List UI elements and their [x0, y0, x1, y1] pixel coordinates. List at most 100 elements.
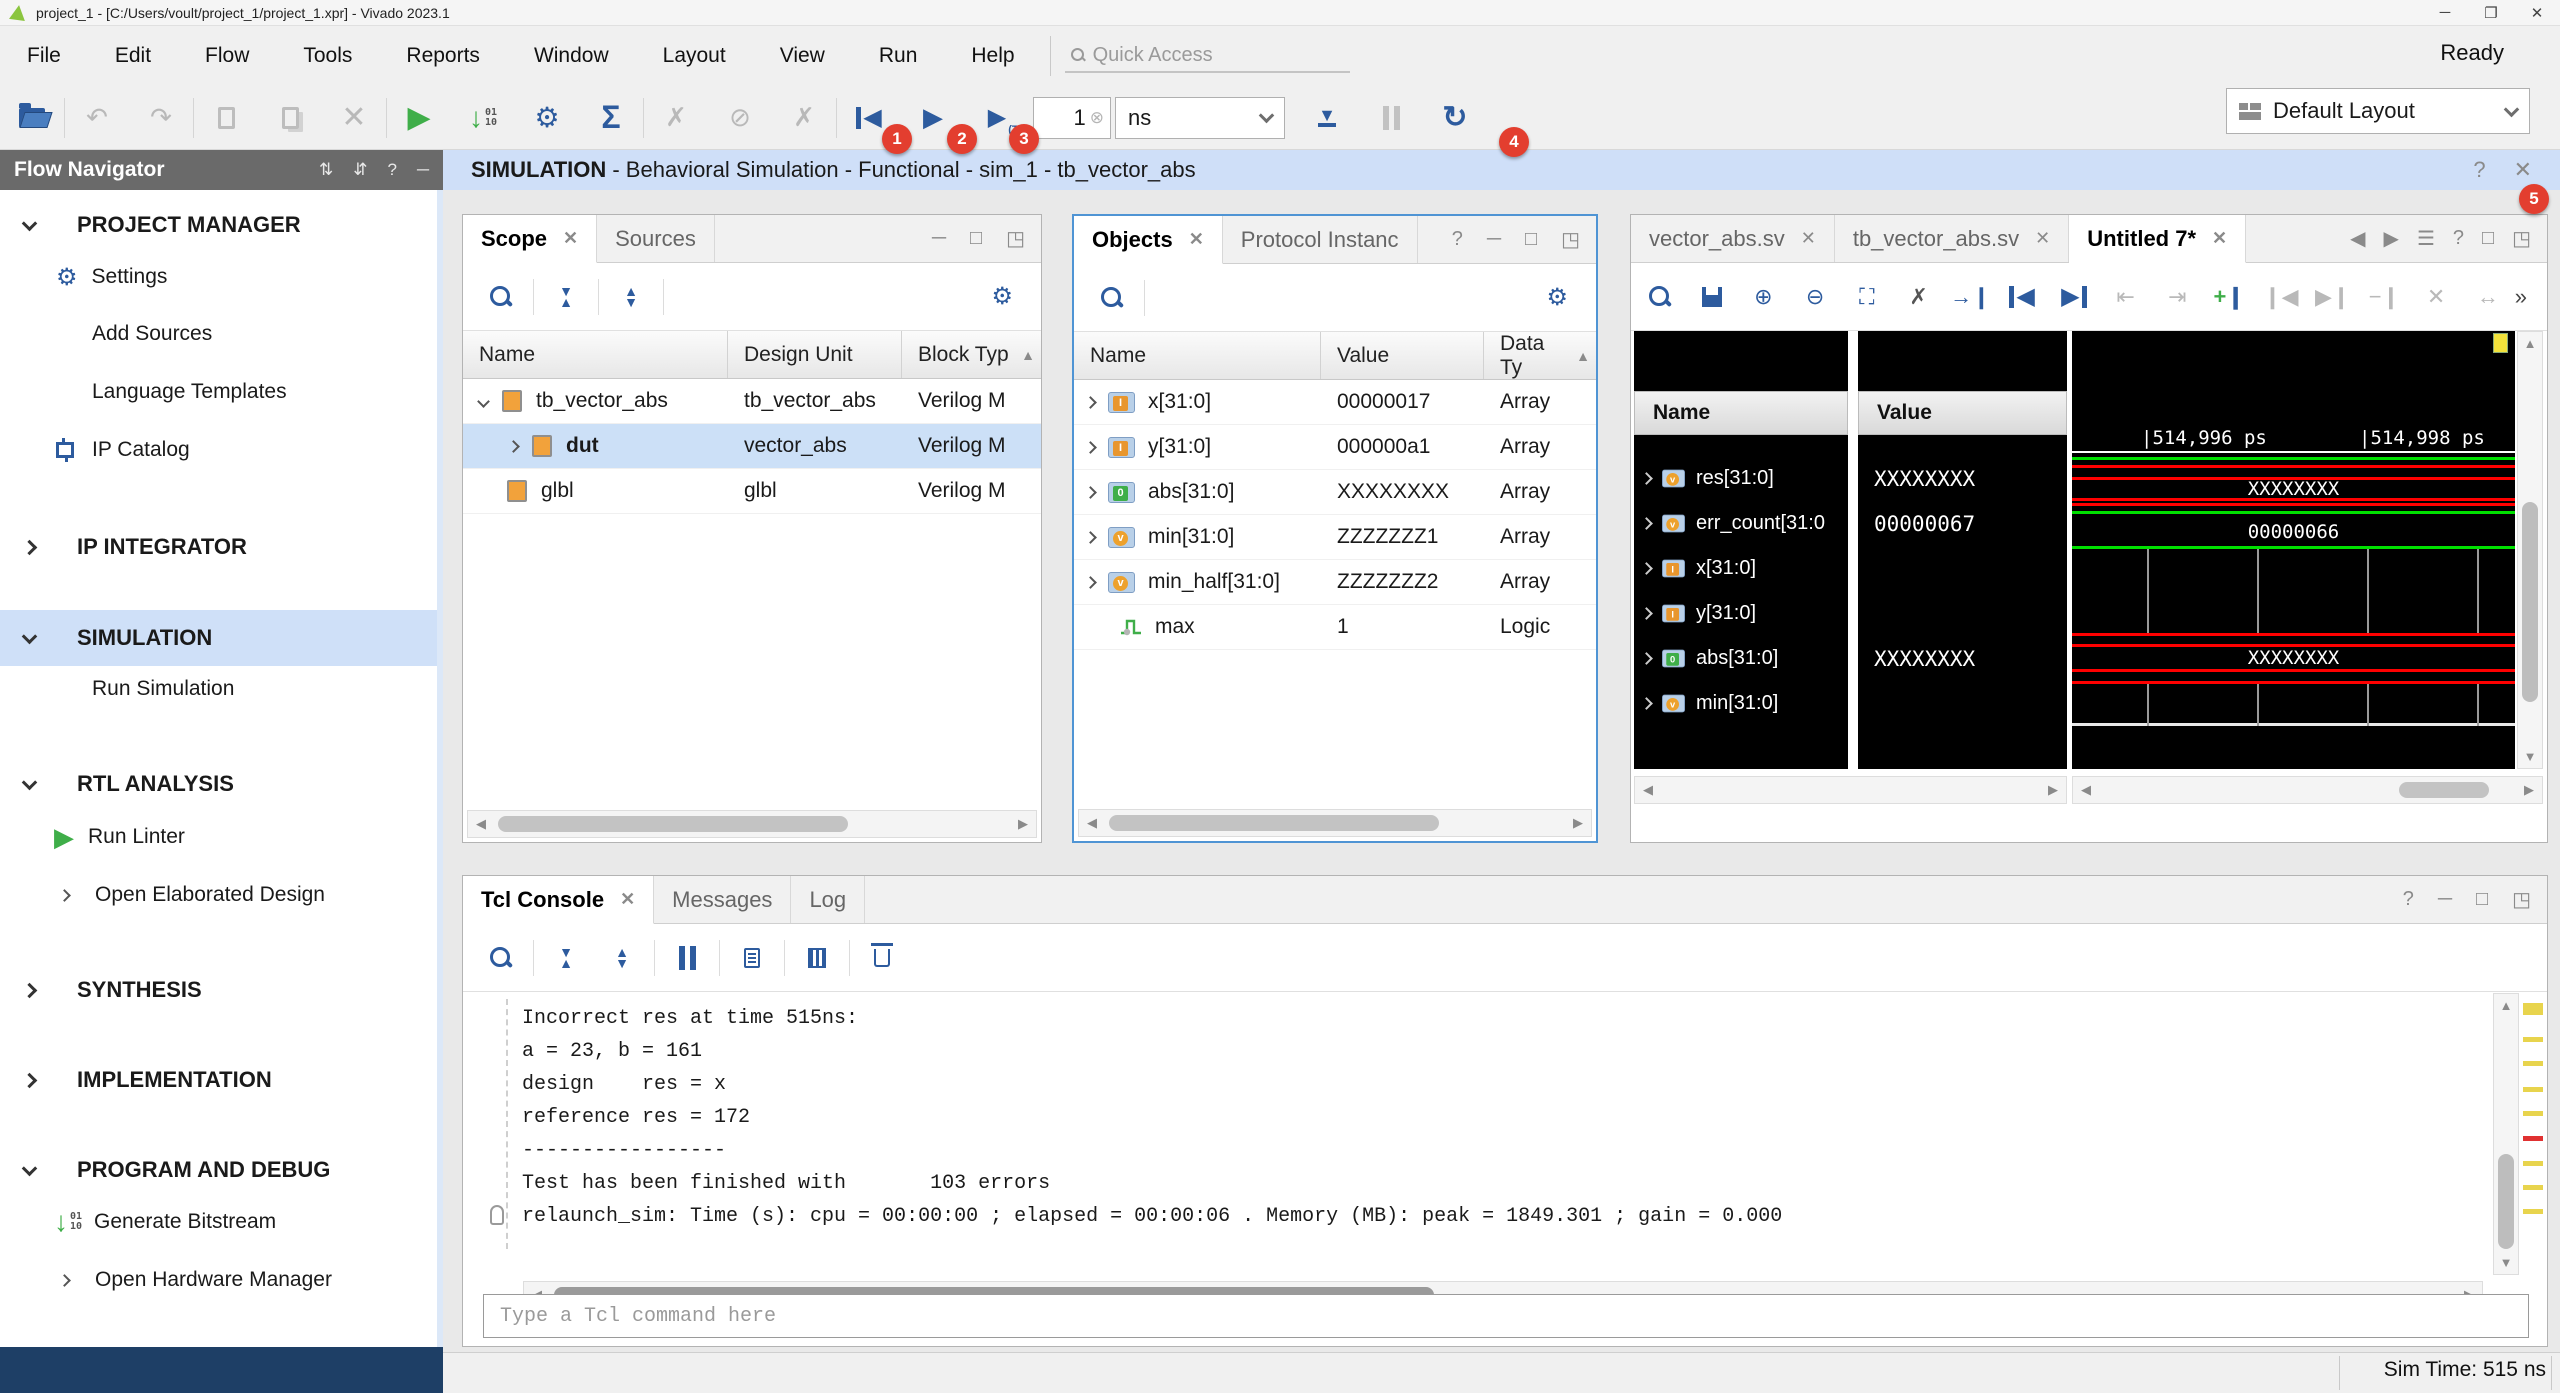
- toggle-line-numbers-button[interactable]: [789, 948, 845, 968]
- scope-row-dut[interactable]: dut vector_abs Verilog M: [463, 424, 1041, 469]
- menu-layout[interactable]: Layout: [636, 34, 753, 78]
- close-icon[interactable]: ✕: [1801, 228, 1816, 249]
- restore-window-button[interactable]: ❐: [2468, 4, 2514, 22]
- maximize-panel-icon[interactable]: □: [970, 227, 982, 250]
- step-button[interactable]: ▼: [1295, 108, 1359, 127]
- scroll-down-icon[interactable]: ▼: [2518, 749, 2542, 764]
- warning-mark[interactable]: [2523, 1087, 2543, 1092]
- sidebar-item-run-linter[interactable]: ▶ Run Linter: [0, 817, 443, 857]
- scrollbar-thumb[interactable]: [498, 816, 848, 832]
- name-horizontal-scrollbar[interactable]: ◀ ▶: [1634, 776, 2067, 804]
- chevron-right-icon[interactable]: [1640, 697, 1653, 710]
- layout-select[interactable]: Default Layout: [2226, 88, 2530, 134]
- vertical-scrollbar[interactable]: ▲ ▼: [2517, 331, 2543, 769]
- scrollbar-thumb[interactable]: [2399, 782, 2489, 798]
- expand-all-icon[interactable]: ⇵: [353, 160, 367, 180]
- collapse-all-icon[interactable]: ⇅: [319, 160, 333, 180]
- horizontal-scrollbar[interactable]: ◀ ▶: [467, 810, 1037, 838]
- wave-signal-x[interactable]: I x[31:0]: [1634, 546, 1848, 591]
- maximize-panel-icon[interactable]: □: [2482, 227, 2494, 250]
- minimize-panel-icon[interactable]: ─: [1487, 228, 1501, 251]
- tab-untitled-7[interactable]: Untitled 7*✕: [2069, 215, 2246, 263]
- minimize-panel-icon[interactable]: ─: [932, 227, 946, 250]
- copy-button[interactable]: [194, 107, 258, 129]
- scroll-down-icon[interactable]: ▼: [2494, 1255, 2518, 1270]
- scrollbar-thumb[interactable]: [2498, 1154, 2514, 1249]
- settings-button[interactable]: ⚙: [515, 101, 579, 134]
- maximize-panel-icon[interactable]: □: [1525, 228, 1537, 251]
- menu-edit[interactable]: Edit: [88, 34, 178, 78]
- redo-button[interactable]: ↷: [129, 102, 193, 133]
- chevron-right-icon[interactable]: [507, 440, 520, 453]
- scroll-left-icon[interactable]: ◀: [1079, 815, 1105, 831]
- zoom-in-button[interactable]: ⊕: [1739, 284, 1789, 310]
- chevron-right-icon[interactable]: [1084, 486, 1097, 499]
- sidebar-section-project-manager[interactable]: PROJECT MANAGER: [0, 203, 443, 247]
- close-window-button[interactable]: ✕: [2514, 4, 2560, 22]
- menu-run[interactable]: Run: [852, 34, 945, 78]
- scroll-left-icon[interactable]: ◀: [468, 816, 494, 832]
- sidebar-section-ip-integrator[interactable]: IP INTEGRATOR: [0, 525, 443, 569]
- scroll-right-icon[interactable]: ▶: [2040, 782, 2066, 798]
- warning-mark[interactable]: [2523, 1037, 2543, 1042]
- wave-signal-res[interactable]: v res[31:0]: [1634, 456, 1848, 501]
- scroll-left-icon[interactable]: ◀: [2073, 782, 2099, 798]
- generate-bitstream-button[interactable]: ↓0110: [451, 107, 515, 129]
- tab-sources[interactable]: Sources: [597, 215, 715, 262]
- help-icon[interactable]: ?: [2473, 157, 2485, 183]
- wave-horizontal-scrollbar[interactable]: ◀ ▶: [2072, 776, 2543, 804]
- expand-all-button[interactable]: ▲▼: [603, 286, 659, 308]
- sidebar-section-simulation[interactable]: SIMULATION: [0, 616, 443, 660]
- menu-help[interactable]: Help: [944, 34, 1041, 78]
- warning-mark[interactable]: [2523, 1111, 2543, 1116]
- column-header-design-unit[interactable]: Design Unit: [728, 331, 902, 378]
- add-marker-button[interactable]: +❙: [2204, 284, 2254, 310]
- error-mark[interactable]: [2523, 1136, 2543, 1141]
- chevron-right-icon[interactable]: [1640, 472, 1653, 485]
- close-simulation-button[interactable]: ✕: [2514, 157, 2532, 183]
- clear-time-icon[interactable]: ⊗: [1090, 108, 1104, 128]
- chevron-right-icon[interactable]: [1640, 517, 1653, 530]
- pause-output-button[interactable]: [659, 946, 715, 970]
- tab-tcl-console[interactable]: Tcl Console✕: [463, 876, 654, 924]
- maximize-panel-icon[interactable]: □: [2476, 888, 2488, 911]
- undo-button[interactable]: ↶: [65, 102, 129, 133]
- collapse-all-button[interactable]: ▼▲: [538, 947, 594, 969]
- scroll-right-icon[interactable]: ▶: [1010, 816, 1036, 832]
- tab-scroll-left-icon[interactable]: ◀: [2350, 226, 2365, 251]
- tab-objects[interactable]: Objects✕: [1074, 216, 1223, 264]
- tab-protocol-instances[interactable]: Protocol Instanc: [1223, 216, 1418, 263]
- search-button[interactable]: [473, 947, 529, 969]
- chevron-right-icon[interactable]: [1084, 576, 1097, 589]
- sidebar-item-settings[interactable]: ⚙ Settings: [0, 257, 443, 297]
- sim-time-input[interactable]: 1 ⊗: [1033, 97, 1111, 139]
- menu-tools[interactable]: Tools: [276, 34, 379, 78]
- minimize-panel-icon[interactable]: ─: [2438, 888, 2452, 911]
- warning-mark[interactable]: [2523, 1003, 2543, 1015]
- report-summary-button[interactable]: Σ: [579, 99, 643, 136]
- menu-file[interactable]: File: [0, 34, 88, 78]
- clear-console-button[interactable]: [854, 949, 910, 967]
- object-row-min-half[interactable]: v min_half[31:0] ZZZZZZZ2 Array: [1074, 560, 1596, 605]
- warning-mark[interactable]: [2523, 1061, 2543, 1066]
- tcl-command-input[interactable]: Type a Tcl command here: [483, 1294, 2529, 1338]
- wave-signal-min[interactable]: v min[31:0]: [1634, 681, 1848, 726]
- close-icon[interactable]: ✕: [620, 889, 635, 910]
- tab-tb-vector-abs-sv[interactable]: tb_vector_abs.sv✕: [1835, 215, 2069, 262]
- help-icon[interactable]: ?: [2403, 888, 2414, 911]
- panel-settings-button[interactable]: ⚙: [991, 282, 1013, 311]
- vertical-scrollbar[interactable]: ▲ ▼: [2493, 993, 2519, 1275]
- sidebar-item-ip-catalog[interactable]: IP Catalog: [0, 430, 443, 470]
- scroll-up-icon[interactable]: ▲: [1570, 348, 1596, 364]
- help-icon[interactable]: ?: [1452, 228, 1463, 251]
- warning-mark[interactable]: [2523, 1185, 2543, 1190]
- save-waveform-button[interactable]: [1687, 287, 1737, 307]
- tcl-output[interactable]: Incorrect res at time 515ns: a = 23, b =…: [464, 993, 2494, 1275]
- menu-reports[interactable]: Reports: [379, 34, 507, 78]
- scroll-up-icon[interactable]: ▲: [2494, 998, 2518, 1013]
- column-header-block-type[interactable]: Block Typ: [902, 331, 1014, 378]
- help-icon[interactable]: ?: [2453, 227, 2464, 250]
- horizontal-scrollbar[interactable]: ◀ ▶: [1078, 809, 1592, 837]
- float-panel-icon[interactable]: ◳: [1561, 227, 1580, 252]
- minimize-window-button[interactable]: ─: [2422, 4, 2468, 22]
